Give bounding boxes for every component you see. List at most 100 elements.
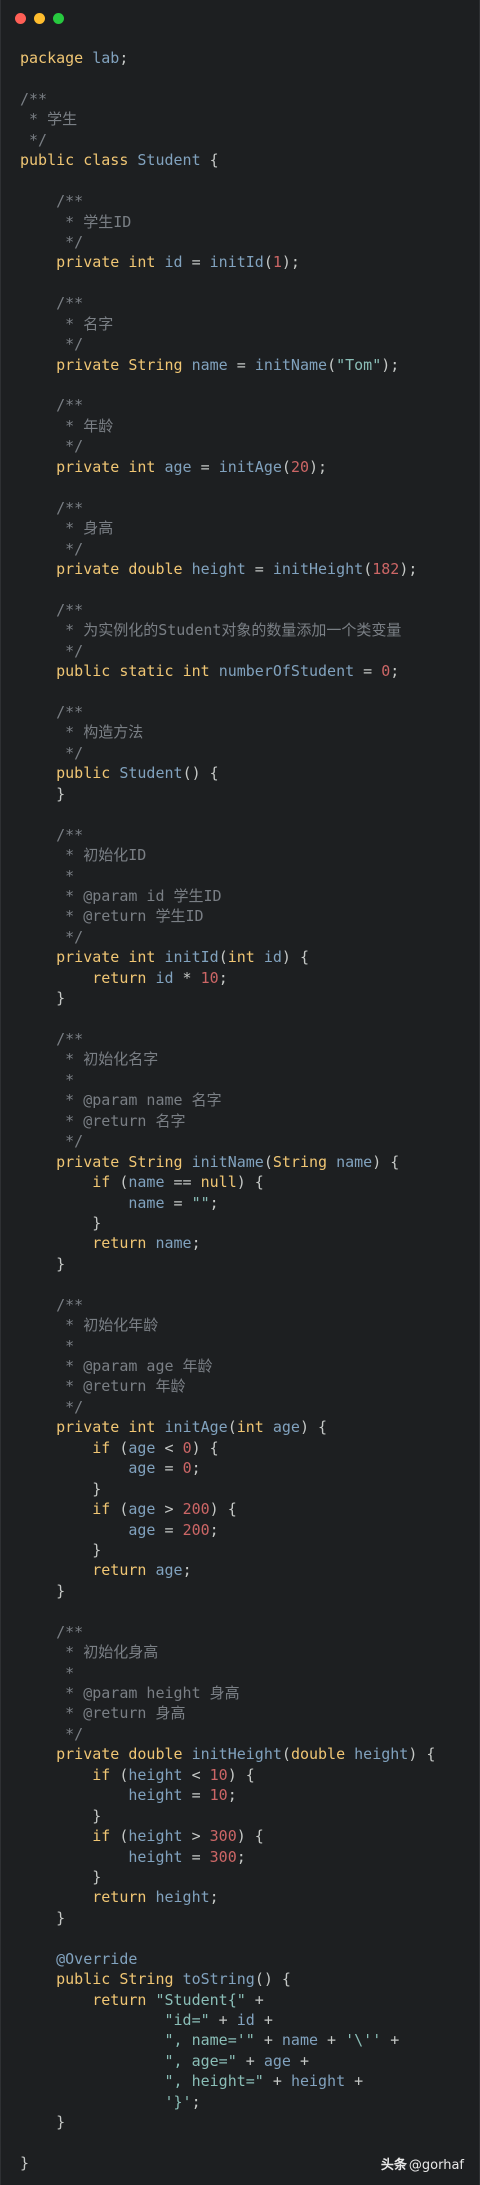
code-line: /**	[20, 89, 48, 108]
code-line: * 学生	[20, 110, 78, 129]
code-line: private int age = initAge(20);	[56, 457, 328, 476]
code-line: ", name='" + name + '\'' +	[164, 2031, 400, 2050]
code-line: private String name = initName("Tom");	[56, 355, 400, 374]
code-line: public String toString() {	[56, 1970, 291, 1989]
code-line: ​	[20, 1274, 435, 1294]
code-line: age = 200;	[128, 1520, 219, 1539]
code-line: *	[20, 866, 75, 885]
code-line: }	[20, 1254, 66, 1273]
code-line: }	[20, 1540, 102, 1559]
code-line: ", age=" + age +	[164, 2051, 310, 2070]
code-line: if (height > 300) {	[92, 1827, 264, 1846]
code-line: /**	[20, 294, 84, 313]
code-line: */	[20, 1397, 84, 1416]
code-line: /**	[20, 498, 84, 517]
code-line: /**	[20, 600, 84, 619]
code-line: * @return 名字	[20, 1111, 186, 1130]
watermark: 头条 @gorhaf	[381, 2154, 464, 2173]
code-line: * 名字	[20, 314, 114, 333]
code-line: }	[20, 1213, 102, 1232]
code-line: height = 10;	[128, 1786, 237, 1805]
code-line: */	[20, 335, 84, 354]
code-line: @Override	[56, 1949, 138, 1968]
code-line: ​	[20, 1928, 435, 1948]
code-line: /**	[20, 192, 84, 211]
code-line: }	[20, 1908, 66, 1927]
code-line: ​	[20, 477, 435, 497]
code-block: package lab;​/** * 学生 */public class Stu…	[20, 48, 435, 2174]
maximize-dot-icon[interactable]	[53, 13, 64, 24]
code-line: private double initHeight(double height)…	[56, 1745, 436, 1764]
watermark-brand: 头条	[380, 2158, 407, 2173]
code-line: private String initName(String name) {	[56, 1152, 400, 1171]
code-line: private int id = initId(1);	[56, 253, 300, 272]
code-line: */	[20, 1724, 84, 1743]
code-line: /**	[20, 825, 84, 844]
code-line: return height;	[92, 1888, 219, 1907]
code-line: */	[20, 130, 48, 149]
code-line: public static int numberOfStudent = 0;	[56, 662, 400, 681]
code-line: /**	[20, 1622, 84, 1641]
code-line: if (name == null) {	[92, 1173, 264, 1192]
code-line: ​	[20, 2133, 435, 2153]
code-line: private int initAge(int age) {	[56, 1418, 328, 1437]
code-line: ​	[20, 375, 435, 395]
code-line: *	[20, 1663, 75, 1682]
minimize-dot-icon[interactable]	[34, 13, 45, 24]
code-window: package lab;​/** * 学生 */public class Stu…	[0, 0, 480, 2185]
code-line: */	[20, 743, 84, 762]
code-line: *	[20, 1336, 75, 1355]
code-line: * @param id 学生ID	[20, 886, 222, 905]
code-line: * @return 学生ID	[20, 907, 204, 926]
code-line: /**	[20, 703, 84, 721]
code-line: * 构造方法	[20, 723, 144, 742]
code-line: if (height < 10) {	[92, 1765, 255, 1784]
code-line: private double height = initHeight(182);	[56, 559, 418, 578]
code-line: }	[20, 2154, 30, 2173]
code-line: */	[20, 437, 84, 456]
code-line: * @param height 身高	[20, 1684, 240, 1702]
code-line: * 初始化身高	[20, 1643, 159, 1662]
code-line: return id * 10;	[92, 968, 228, 987]
code-line: }	[20, 1867, 102, 1886]
code-line: public Student() {	[56, 764, 219, 783]
watermark-handle: @gorhaf	[408, 2158, 464, 2173]
code-line: */	[20, 539, 84, 558]
code-line: * 学生ID	[20, 212, 132, 231]
code-line: }	[20, 1806, 102, 1825]
code-line: /**	[20, 1030, 84, 1048]
code-line: ​	[20, 682, 435, 702]
code-line: ", height=" + height +	[164, 2072, 364, 2091]
code-line: * 身高	[20, 519, 114, 538]
code-line: }	[20, 989, 66, 1008]
code-line: if (age < 0) {	[92, 1438, 219, 1457]
code-line: }	[20, 2113, 66, 2132]
code-line: ​	[20, 171, 435, 191]
code-line: ​	[20, 1601, 435, 1621]
code-line: */	[20, 927, 84, 946]
code-line: */	[20, 641, 84, 660]
code-line: * @return 身高	[20, 1704, 186, 1723]
code-line: * @param age 年龄	[20, 1357, 213, 1375]
code-line: }	[20, 1479, 102, 1498]
code-line: age = 0;	[128, 1459, 201, 1478]
code-line: }	[20, 784, 66, 803]
code-line: * 初始化年龄	[20, 1316, 159, 1335]
code-line: */	[20, 232, 84, 251]
close-dot-icon[interactable]	[15, 13, 26, 24]
code-line: package lab;	[20, 49, 129, 67]
code-line: '}';	[164, 2092, 201, 2111]
code-line: return name;	[92, 1234, 201, 1253]
code-line: /**	[20, 396, 84, 415]
code-line: "id=" + id +	[164, 2011, 273, 2029]
code-line: * @return 年龄	[20, 1377, 186, 1396]
code-line: }	[20, 1581, 66, 1600]
code-line: * 年龄	[20, 416, 114, 435]
code-line: ​	[20, 68, 435, 88]
code-line: * @param name 名字	[20, 1091, 222, 1110]
code-line: private int initId(int id) {	[56, 948, 309, 967]
code-line: ​	[20, 579, 435, 599]
window-controls	[15, 13, 64, 24]
code-line: ​	[20, 1009, 435, 1029]
code-line: public class Student {	[20, 151, 219, 170]
